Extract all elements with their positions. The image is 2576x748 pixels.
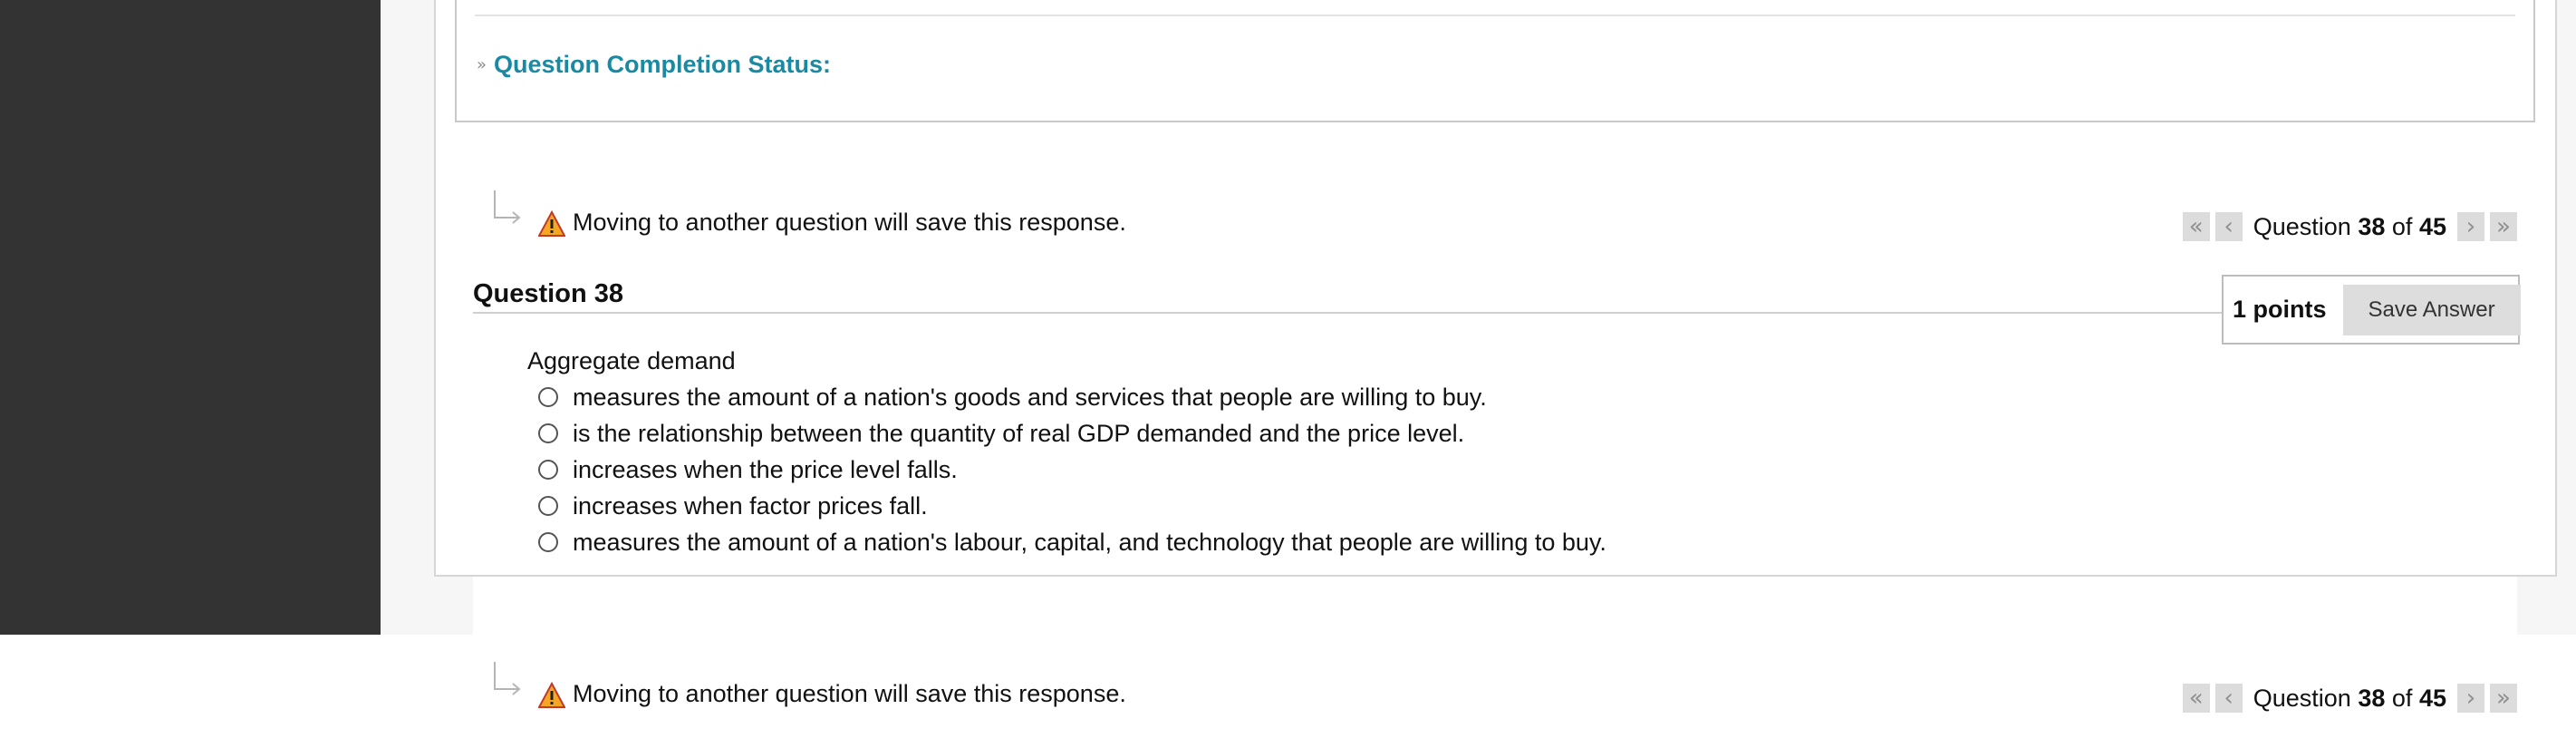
question-pager: « ‹ Question 38 of 45 › » [2182,212,2517,241]
double-chevron-down-icon: » [477,54,487,74]
question-title-rule [473,312,2222,314]
radio-button[interactable] [538,423,558,443]
answer-option[interactable]: is the relationship between the quantity… [538,415,1606,452]
question-pager: « ‹ Question 38 of 45 › » [2182,684,2517,713]
chevron-right-icon[interactable]: › [2457,212,2484,241]
points-value: 1 points [2233,296,2327,323]
question-nav-top: Moving to another question will save thi… [473,189,2517,243]
chevron-right-icon[interactable]: › [2457,684,2484,713]
warning-triangle-icon [538,682,565,708]
hook-arrow-icon [494,662,521,695]
warning-triangle-icon [538,210,565,237]
question-card-extension [473,577,2517,635]
completion-status-panel: » Question Completion Status: [455,0,2535,122]
question-title: Question 38 [473,279,623,308]
double-chevron-left-icon[interactable]: « [2182,212,2210,241]
chevron-left-icon[interactable]: ‹ [2214,684,2243,713]
chevron-left-icon[interactable]: ‹ [2214,212,2243,241]
answer-option-label: is the relationship between the quantity… [573,419,1465,447]
answer-option-label: increases when factor prices fall. [573,491,928,520]
answer-option-label: increases when the price level falls. [573,455,958,483]
course-sidebar [0,0,381,635]
radio-button[interactable] [538,496,558,516]
double-chevron-left-icon[interactable]: « [2182,684,2210,713]
answer-option[interactable]: measures the amount of a nation's labour… [538,524,1606,560]
answer-option[interactable]: measures the amount of a nation's goods … [538,379,1606,415]
answer-option-label: measures the amount of a nation's labour… [573,528,1606,556]
radio-button[interactable] [538,460,558,480]
question-body: Aggregate demand measures the amount of … [527,347,1606,560]
save-answer-button[interactable]: Save Answer [2342,284,2521,335]
question-nav-bottom: Moving to another question will save thi… [473,660,2517,714]
radio-button[interactable] [538,387,558,407]
radio-button[interactable] [538,532,558,552]
double-chevron-right-icon[interactable]: » [2490,684,2517,713]
pager-text: Question 38 of 45 [2253,684,2446,712]
save-warning-message: Moving to another question will save thi… [573,680,1126,707]
answer-option[interactable]: increases when factor prices fall. [538,488,1606,524]
points-box: 1 points Save Answer [2222,275,2521,345]
completion-status-toggle[interactable]: » Question Completion Status: [477,51,831,79]
answer-option-label: measures the amount of a nation's goods … [573,383,1487,411]
save-warning-message: Moving to another question will save thi… [573,209,1126,236]
answer-option[interactable]: increases when the price level falls. [538,452,1606,488]
completion-status-label: Question Completion Status: [494,51,832,78]
divider [475,15,2515,16]
question-stem: Aggregate demand [527,347,736,374]
hook-arrow-icon [494,190,521,224]
pager-text: Question 38 of 45 [2253,212,2446,240]
double-chevron-right-icon[interactable]: » [2490,212,2517,241]
